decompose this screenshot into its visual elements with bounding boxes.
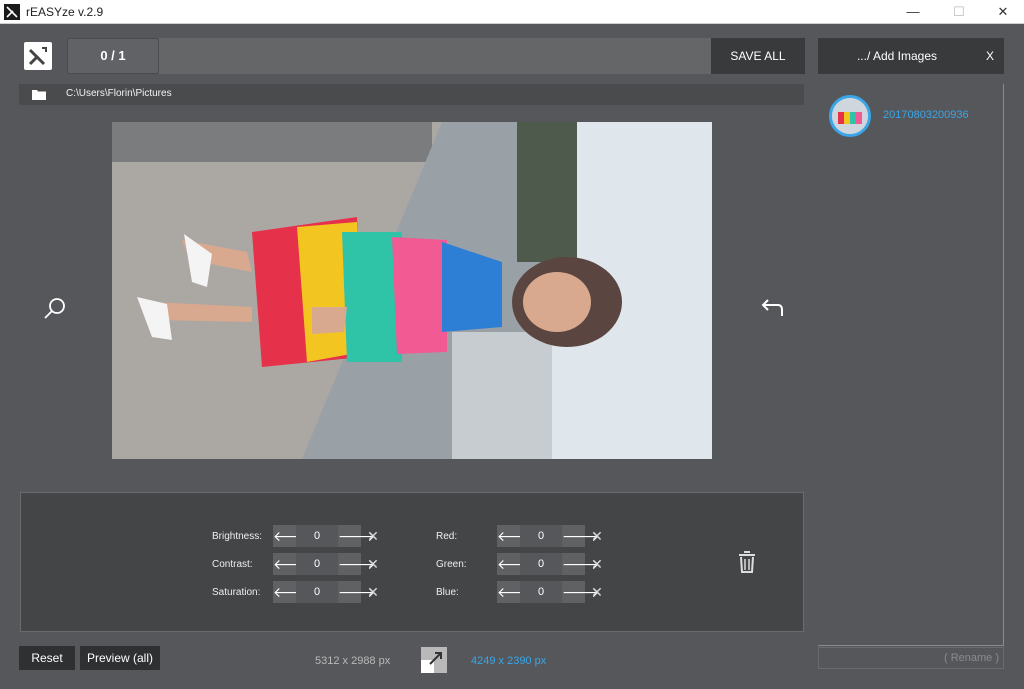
zoom-icon[interactable] — [42, 296, 68, 322]
contrast-value[interactable]: 0 — [296, 553, 338, 575]
new-size[interactable]: 4249 x 2390 px — [471, 655, 546, 667]
image-counter: 0 / 1 — [67, 38, 159, 74]
contrast-reset-button[interactable]: ✕ — [366, 557, 380, 571]
red-label: Red: — [436, 531, 458, 542]
blue-value[interactable]: 0 — [520, 581, 562, 603]
list-item[interactable]: 20170803200936 — [883, 109, 969, 121]
brightness-label: Brightness: — [212, 531, 263, 542]
contrast-label: Contrast: — [212, 559, 253, 570]
adjustments-panel — [20, 492, 804, 632]
red-value[interactable]: 0 — [520, 525, 562, 547]
saturation-value[interactable]: 0 — [296, 581, 338, 603]
close-window-button[interactable]: ✕ — [980, 0, 1024, 24]
path-bar[interactable]: C:\Users\Florin\Pictures — [19, 84, 804, 105]
clear-images-button[interactable]: X — [976, 38, 1004, 74]
green-label: Green: — [436, 559, 467, 570]
reset-button[interactable]: Reset — [19, 646, 75, 670]
saturation-decrease-button[interactable]: 🡐 — [273, 581, 311, 603]
folder-icon[interactable] — [32, 89, 46, 100]
red-reset-button[interactable]: ✕ — [590, 529, 604, 543]
window-title: rEASYze v.2.9 — [26, 5, 104, 19]
red-increase-button[interactable]: 🡒 — [562, 525, 600, 547]
rename-field[interactable]: ( Rename ) — [818, 647, 1004, 669]
green-decrease-button[interactable]: 🡐 — [497, 553, 535, 575]
title-bar: rEASYze v.2.9 — ☐ ✕ — [0, 0, 1024, 24]
contrast-increase-button[interactable]: 🡒 — [338, 553, 376, 575]
blue-reset-button[interactable]: ✕ — [590, 585, 604, 599]
preview-all-button[interactable]: Preview (all) — [80, 646, 160, 670]
brightness-increase-button[interactable]: 🡒 — [338, 525, 376, 547]
brightness-reset-button[interactable]: ✕ — [366, 529, 380, 543]
maximize-button[interactable]: ☐ — [936, 0, 982, 24]
add-images-button[interactable]: .../ Add Images — [818, 38, 976, 74]
blue-label: Blue: — [436, 587, 459, 598]
green-increase-button[interactable]: 🡒 — [562, 553, 600, 575]
blue-decrease-button[interactable]: 🡐 — [497, 581, 535, 603]
contrast-decrease-button[interactable]: 🡐 — [273, 553, 311, 575]
saturation-label: Saturation: — [212, 587, 261, 598]
image-list — [818, 84, 1004, 646]
minimize-button[interactable]: — — [890, 0, 936, 24]
image-thumbnail[interactable] — [829, 95, 871, 137]
blue-increase-button[interactable]: 🡒 — [562, 581, 600, 603]
app-logo-icon — [4, 4, 20, 20]
saturation-reset-button[interactable]: ✕ — [366, 585, 380, 599]
progress-bar — [159, 38, 711, 74]
save-all-button[interactable]: SAVE ALL — [711, 38, 805, 74]
green-reset-button[interactable]: ✕ — [590, 557, 604, 571]
brightness-value[interactable]: 0 — [296, 525, 338, 547]
green-value[interactable]: 0 — [520, 553, 562, 575]
trash-icon[interactable] — [734, 549, 760, 575]
saturation-increase-button[interactable]: 🡒 — [338, 581, 376, 603]
original-size: 5312 x 2988 px — [315, 655, 391, 667]
red-decrease-button[interactable]: 🡐 — [497, 525, 535, 547]
image-preview — [112, 122, 712, 459]
app-logo-button[interactable] — [24, 42, 52, 70]
rotate-icon[interactable] — [758, 296, 786, 322]
resize-icon[interactable] — [421, 647, 447, 673]
path-text: C:\Users\Florin\Pictures — [66, 88, 172, 99]
brightness-decrease-button[interactable]: 🡐 — [273, 525, 311, 547]
